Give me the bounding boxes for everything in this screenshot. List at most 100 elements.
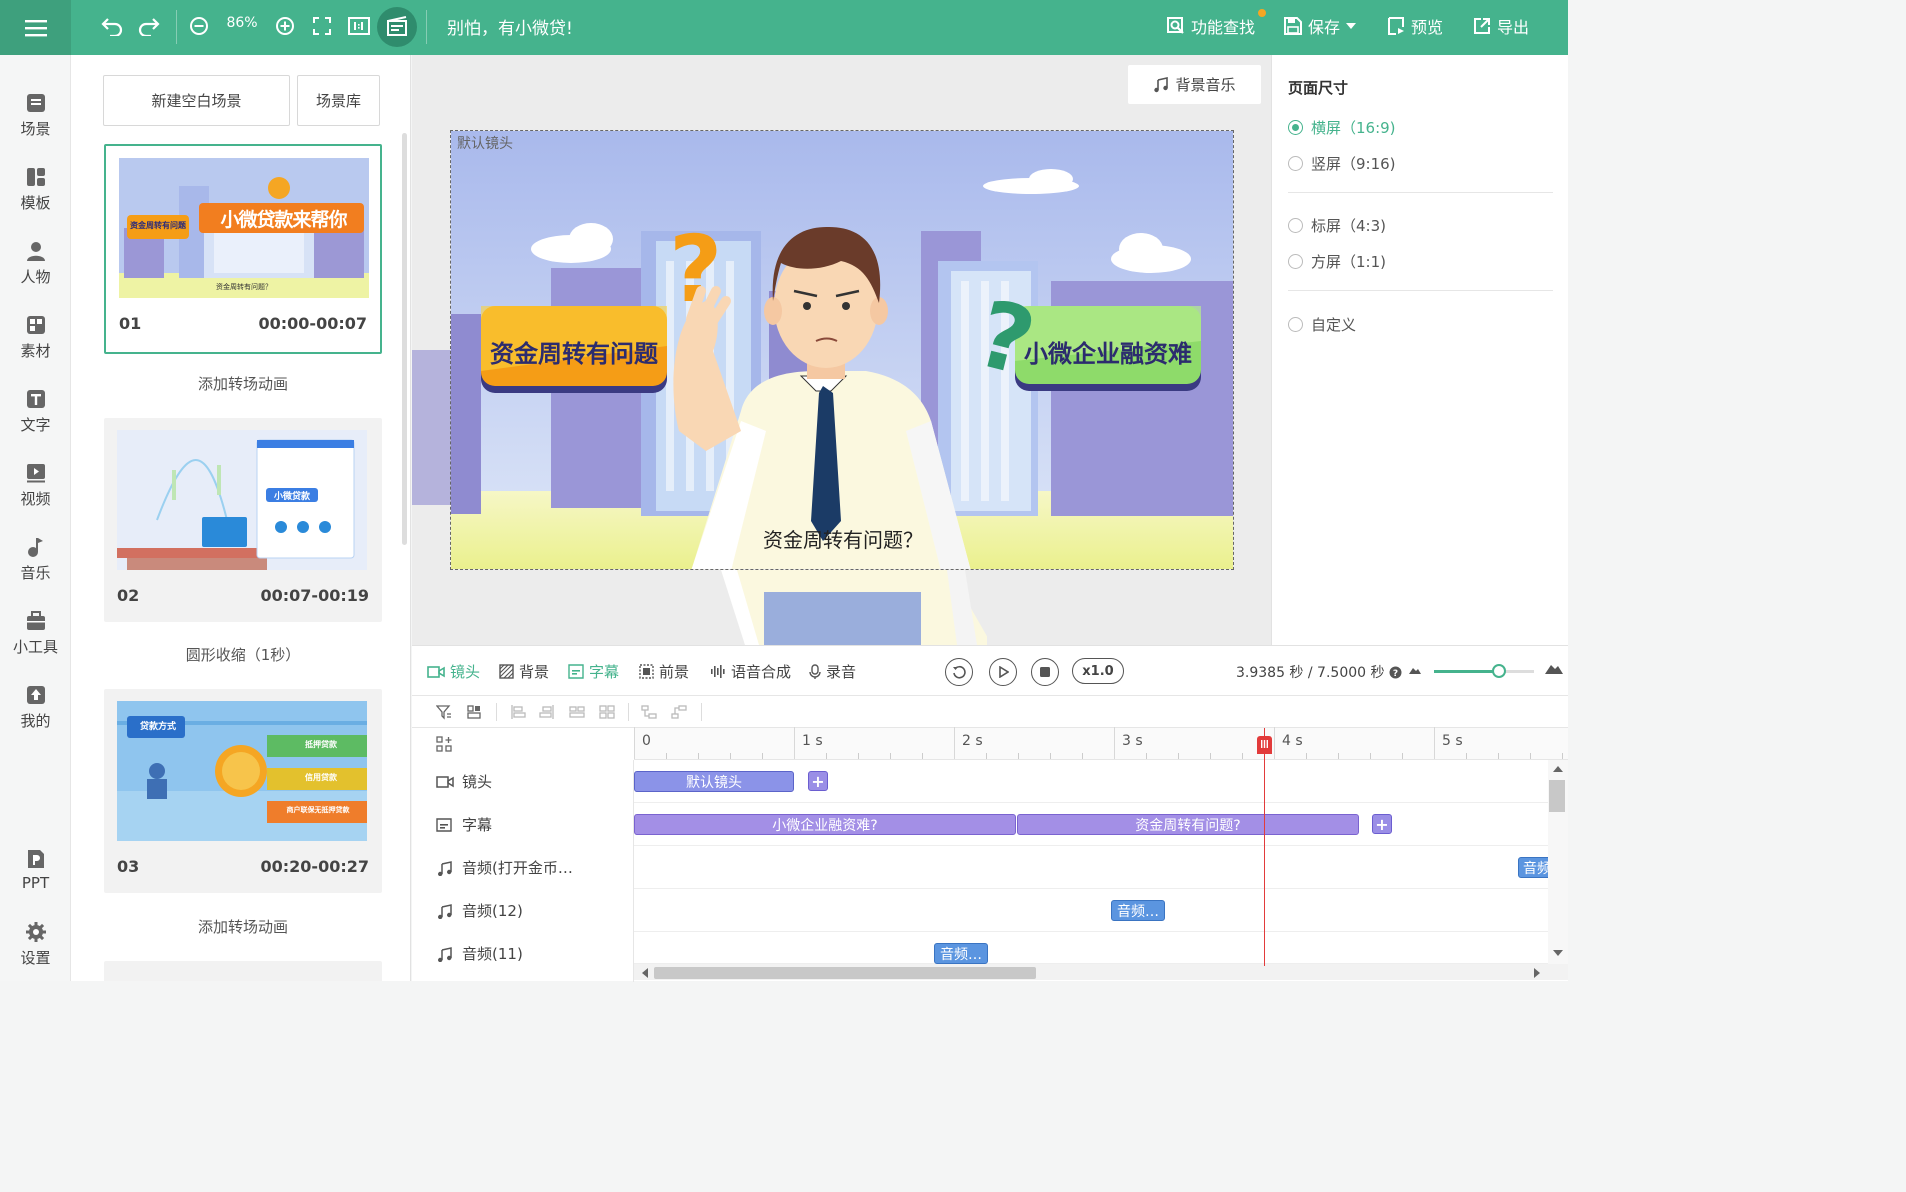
speed-button[interactable]: x1.0 <box>1072 658 1124 684</box>
nav-scene[interactable]: 场景 <box>0 85 71 145</box>
clip-default-lens[interactable]: 默认镜头 <box>634 771 794 792</box>
track-audio-11[interactable]: 音频… <box>634 932 1568 964</box>
scroll-left-icon[interactable] <box>642 968 648 978</box>
zoom-large-icon[interactable] <box>1544 661 1564 675</box>
tab-foreground[interactable]: 前景 <box>639 661 689 682</box>
add-subtitle-button[interactable]: + <box>1372 814 1392 834</box>
add-transition-link[interactable]: 添加转场动画 <box>104 373 382 394</box>
tab-tts[interactable]: 语音合成 <box>710 661 791 682</box>
track-label[interactable]: 字幕 <box>436 803 492 846</box>
vertical-scroll-thumb[interactable] <box>1549 780 1565 812</box>
nav-mine[interactable]: 我的 <box>0 677 71 737</box>
tab-lens[interactable]: 镜头 <box>427 661 480 682</box>
track-label[interactable]: 音频(打开金币… <box>436 846 573 889</box>
nav-template[interactable]: 模板 <box>0 159 71 219</box>
tab-subtitle[interactable]: 字幕 <box>568 661 619 682</box>
size-option-landscape[interactable]: 横屏（16:9) <box>1288 117 1396 138</box>
distribute-h-icon[interactable] <box>569 704 585 720</box>
transition-label[interactable]: 圆形收缩（1秒） <box>104 644 382 665</box>
nav-toolbox[interactable]: 小工具 <box>0 603 71 663</box>
align-icon[interactable] <box>466 704 482 720</box>
nav-material[interactable]: 素材 <box>0 307 71 367</box>
scene-stage[interactable]: ? ? 默认镜头 资金周转有问题 小微企业融资难 资金周转有问题？ <box>450 130 1234 570</box>
zoom-small-icon[interactable] <box>1408 665 1422 675</box>
new-blank-scene-button[interactable]: 新建空白场景 <box>103 75 290 126</box>
nav-ppt[interactable]: PPT <box>0 840 71 900</box>
align-right-icon[interactable] <box>539 704 555 720</box>
background-music-button[interactable]: 背景音乐 <box>1128 65 1261 104</box>
menu-button[interactable] <box>0 0 71 55</box>
scene-card-02[interactable]: 小微贷款 02 00:07-00:19 <box>104 418 382 622</box>
track-label[interactable]: 音频(12) <box>436 889 523 932</box>
nav-text[interactable]: 文字 <box>0 381 71 441</box>
radio[interactable] <box>1288 254 1303 269</box>
subtitle-toggle[interactable] <box>382 11 412 41</box>
clip-audio-11[interactable]: 音频… <box>934 943 988 964</box>
timeline-zoom-slider[interactable] <box>1434 664 1534 678</box>
track-label[interactable]: 音频(11) <box>436 932 523 975</box>
track-lens[interactable]: 默认镜头 + <box>634 760 1568 803</box>
size-option-custom[interactable]: 自定义 <box>1288 314 1356 335</box>
nav-video[interactable]: 视频 <box>0 455 71 515</box>
radio[interactable] <box>1288 317 1303 332</box>
feature-search-button[interactable]: 功能查找 <box>1167 14 1255 38</box>
size-option-standard[interactable]: 标屏（4:3) <box>1288 215 1386 236</box>
radio[interactable] <box>1288 218 1303 233</box>
size-option-square[interactable]: 方屏（1:1) <box>1288 251 1386 272</box>
undo-button[interactable] <box>97 11 127 41</box>
zoom-in-button[interactable] <box>270 11 300 41</box>
tab-background[interactable]: 背景 <box>499 661 549 682</box>
stop-button[interactable] <box>1031 658 1059 686</box>
right-banner-text[interactable]: 小微企业融资难 <box>1015 334 1201 369</box>
align-left-icon[interactable] <box>510 704 526 720</box>
step-up-icon[interactable] <box>671 704 687 720</box>
scene-panel-scrollbar[interactable] <box>402 133 407 545</box>
timeline-vertical-scrollbar[interactable] <box>1548 760 1568 964</box>
rewind-button[interactable] <box>945 658 973 686</box>
track-audio-coin[interactable]: 音频… <box>634 846 1568 889</box>
nav-settings[interactable]: 设置 <box>0 914 71 974</box>
left-banner-text[interactable]: 资金周转有问题 <box>481 334 667 369</box>
scene-card-01[interactable]: 资金周转有问题 小微贷款来帮你 资金周转有问题？ 01 00:00-00:07 <box>104 144 382 354</box>
save-button[interactable]: 保存 <box>1284 14 1357 38</box>
radio-selected[interactable] <box>1288 120 1303 135</box>
track-subtitle[interactable]: 小微企业融资难? 资金周转有问题? + <box>634 803 1568 846</box>
scene-library-button[interactable]: 场景库 <box>297 75 380 126</box>
step-down-icon[interactable] <box>641 704 657 720</box>
horizontal-scroll-thumb[interactable] <box>654 967 1036 979</box>
project-title[interactable]: 别怕，有小微贷! <box>447 14 573 39</box>
scroll-right-icon[interactable] <box>1534 968 1540 978</box>
playhead-handle[interactable] <box>1257 736 1272 754</box>
radio[interactable] <box>1288 156 1303 171</box>
clip-audio-12[interactable]: 音频… <box>1111 900 1165 921</box>
zoom-slider-knob[interactable] <box>1492 664 1506 678</box>
track-settings-icon[interactable] <box>436 736 452 752</box>
add-lens-button[interactable]: + <box>808 771 828 791</box>
zoom-out-button[interactable] <box>184 11 214 41</box>
actual-size-button[interactable] <box>344 11 374 41</box>
subtitle-text[interactable]: 资金周转有问题？ <box>451 524 1233 553</box>
timeline-horizontal-scrollbar[interactable] <box>634 964 1568 980</box>
track-audio-12[interactable]: 音频… <box>634 889 1568 932</box>
track-label[interactable]: 镜头 <box>436 760 492 803</box>
scroll-down-icon[interactable] <box>1553 950 1563 956</box>
scene-card-03[interactable]: 贷款方式 抵押贷款 信用贷款 商户联保无抵押贷款 03 00:20-00:27 <box>104 689 382 893</box>
nav-music[interactable]: 音乐 <box>0 529 71 589</box>
clip-subtitle-2[interactable]: 资金周转有问题? <box>1017 814 1359 835</box>
size-option-portrait[interactable]: 竖屏（9:16) <box>1288 153 1396 174</box>
nav-person[interactable]: 人物 <box>0 233 71 293</box>
scene-card-04[interactable] <box>104 961 382 981</box>
play-button[interactable] <box>989 658 1017 686</box>
fullscreen-button[interactable] <box>307 11 337 41</box>
playhead-line[interactable] <box>1264 728 1265 966</box>
scroll-up-icon[interactable] <box>1553 766 1563 772</box>
preview-button[interactable]: 预览 <box>1387 14 1443 38</box>
distribute-v-icon[interactable] <box>599 704 615 720</box>
time-ruler[interactable]: 0 1 s 2 s 3 s 4 s 5 s <box>634 727 1568 760</box>
redo-button[interactable] <box>134 11 164 41</box>
clip-subtitle-1[interactable]: 小微企业融资难? <box>634 814 1016 835</box>
filter-icon[interactable] <box>436 704 452 720</box>
add-transition-link[interactable]: 添加转场动画 <box>104 916 382 937</box>
tab-record[interactable]: 录音 <box>809 661 856 682</box>
help-icon[interactable]: ? <box>1389 666 1402 679</box>
